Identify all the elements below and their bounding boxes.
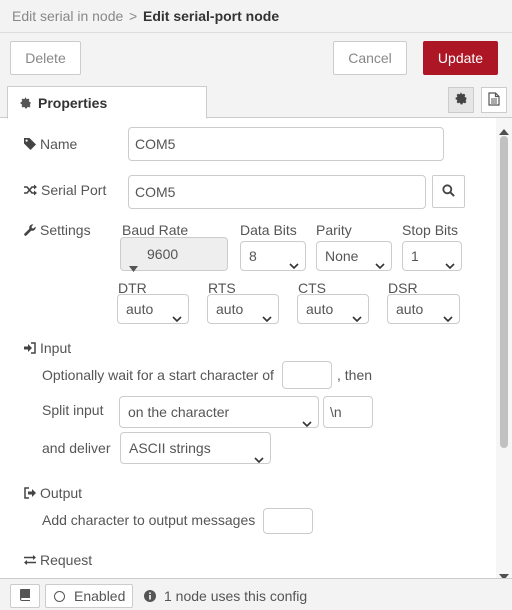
add-char-input[interactable] bbox=[263, 508, 313, 534]
update-button[interactable]: Update bbox=[423, 41, 498, 75]
chevron-down-icon bbox=[254, 444, 264, 463]
form-panel: Name COM5 Serial Port COM5 Settings Baud… bbox=[0, 119, 496, 578]
settings-tab-button[interactable] bbox=[448, 87, 474, 113]
usage-text: 1 node uses this config bbox=[164, 588, 308, 604]
add-char-text: Add character to output messages bbox=[42, 512, 256, 528]
chevron-down-icon bbox=[375, 251, 385, 270]
data-bits-label: Data Bits bbox=[240, 222, 297, 238]
then-text: , then bbox=[337, 367, 373, 383]
info-circle-icon bbox=[144, 589, 156, 605]
scrollbar-thumb[interactable] bbox=[500, 136, 508, 448]
split-input-label: Split input bbox=[42, 402, 104, 418]
parity-label: Parity bbox=[316, 222, 352, 238]
circle-icon bbox=[54, 590, 65, 602]
cancel-button[interactable]: Cancel bbox=[333, 41, 407, 75]
start-char-input[interactable] bbox=[282, 361, 332, 389]
search-icon bbox=[442, 183, 455, 200]
breadcrumb: Edit serial in node > Edit serial-port n… bbox=[0, 0, 512, 33]
input-section-label: Input bbox=[24, 340, 71, 357]
deliver-label: and deliver bbox=[42, 440, 111, 456]
cts-select[interactable]: auto bbox=[297, 294, 369, 324]
footer: Enabled 1 node uses this config bbox=[0, 578, 512, 610]
chevron-down-icon bbox=[262, 304, 272, 323]
tab-properties[interactable]: Properties bbox=[7, 86, 207, 119]
name-input[interactable]: COM5 bbox=[128, 127, 444, 161]
dtr-select[interactable]: auto bbox=[117, 294, 189, 324]
sign-out-icon bbox=[24, 486, 40, 502]
book-icon bbox=[19, 588, 31, 604]
random-icon bbox=[24, 183, 41, 199]
stop-bits-select[interactable]: 1 bbox=[402, 241, 462, 271]
chevron-down-icon bbox=[445, 251, 455, 270]
breadcrumb-parent-link[interactable]: Edit serial in node bbox=[12, 8, 123, 24]
rts-select[interactable]: auto bbox=[207, 294, 279, 324]
exchange-icon bbox=[24, 553, 40, 569]
output-section-label: Output bbox=[24, 485, 82, 502]
tag-icon bbox=[24, 137, 40, 153]
toolbar: Delete Cancel Update bbox=[0, 33, 512, 83]
serial-port-input[interactable]: COM5 bbox=[128, 175, 426, 209]
page-title: Edit serial-port node bbox=[143, 8, 280, 24]
settings-label: Settings bbox=[24, 222, 91, 239]
data-bits-select[interactable]: 8 bbox=[240, 241, 306, 271]
file-text-icon bbox=[488, 91, 500, 109]
breadcrumb-separator: > bbox=[129, 8, 138, 24]
enabled-toggle[interactable]: Enabled bbox=[45, 584, 133, 608]
caret-down-icon bbox=[129, 251, 138, 283]
chevron-down-icon bbox=[289, 251, 299, 270]
gear-icon bbox=[20, 96, 32, 112]
split-input-select[interactable]: on the character bbox=[119, 396, 319, 428]
deliver-select[interactable]: ASCII strings bbox=[120, 432, 271, 464]
baud-rate-value: 9600 bbox=[147, 246, 179, 262]
delete-button[interactable]: Delete bbox=[10, 41, 81, 75]
tab-properties-label: Properties bbox=[38, 95, 108, 111]
serial-port-label: Serial Port bbox=[24, 182, 106, 199]
node-help-button[interactable] bbox=[10, 584, 40, 608]
description-tab-button[interactable] bbox=[481, 87, 507, 113]
chevron-down-icon bbox=[302, 408, 312, 427]
name-label: Name bbox=[24, 136, 77, 153]
stop-bits-label: Stop Bits bbox=[402, 222, 459, 238]
request-section-label: Request bbox=[24, 552, 92, 569]
chevron-down-icon bbox=[443, 304, 453, 323]
enabled-label: Enabled bbox=[74, 588, 126, 604]
tab-bar: Properties bbox=[0, 83, 512, 119]
parity-select[interactable]: None bbox=[316, 241, 392, 271]
baud-rate-combo[interactable]: 9600 bbox=[120, 237, 228, 272]
chevron-down-icon bbox=[172, 304, 182, 323]
chevron-down-icon bbox=[352, 304, 362, 323]
wrench-icon bbox=[24, 223, 40, 239]
split-char-input[interactable]: \n bbox=[323, 396, 373, 428]
gear-icon bbox=[455, 92, 468, 108]
baud-rate-label: Baud Rate bbox=[122, 222, 189, 238]
start-char-text: Optionally wait for a start character of bbox=[42, 367, 274, 383]
dsr-select[interactable]: auto bbox=[387, 294, 460, 324]
search-port-button[interactable] bbox=[432, 175, 465, 208]
sign-in-icon bbox=[24, 341, 40, 357]
